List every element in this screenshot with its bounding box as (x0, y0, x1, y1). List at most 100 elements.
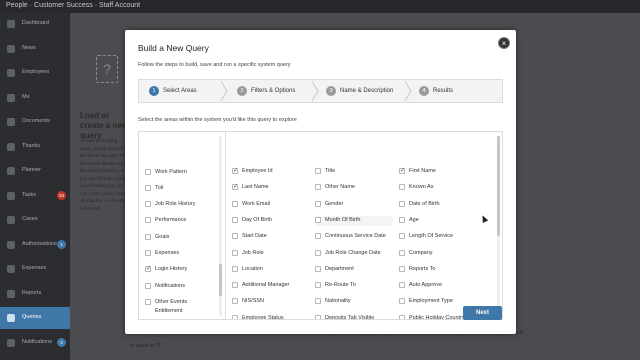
area-checkbox-item[interactable]: Performance (145, 216, 219, 226)
checkbox[interactable] (145, 169, 151, 175)
checkbox[interactable] (315, 168, 321, 174)
checkbox-checked[interactable] (145, 265, 151, 272)
right-scrollbar-thumb[interactable] (497, 136, 500, 236)
checkbox[interactable] (232, 216, 238, 223)
area-checkbox-item[interactable]: Other Events (145, 298, 219, 308)
area-checkbox-item[interactable]: Login History (145, 265, 219, 275)
checkbox[interactable] (399, 216, 405, 223)
area-checkbox-item[interactable]: Other Name (315, 183, 393, 193)
step-4[interactable]: 4 Results (419, 80, 499, 102)
checkbox[interactable] (232, 298, 238, 305)
checkbox[interactable] (232, 314, 238, 319)
area-checkbox-item[interactable]: Job Role History (145, 200, 219, 210)
sidebar-item-tasks[interactable]: Tasks 34 (0, 185, 70, 207)
sidebar-item-news[interactable]: News (0, 38, 70, 60)
area-checkbox-item[interactable]: Company (399, 249, 477, 259)
area-checkbox-item[interactable]: Department (315, 265, 393, 275)
checkbox[interactable] (315, 200, 321, 207)
area-checkbox-item[interactable]: Title (315, 167, 393, 177)
area-checkbox-item[interactable]: Job Role Change Date (315, 249, 393, 259)
checkbox[interactable] (232, 265, 238, 272)
checkbox[interactable] (399, 265, 405, 272)
checkbox-checked[interactable] (399, 167, 405, 174)
checkbox[interactable] (315, 233, 321, 240)
area-checkbox-item[interactable]: Employee Id (232, 167, 310, 177)
area-checkbox-item[interactable]: Nationality (315, 297, 393, 307)
checkbox[interactable] (399, 200, 405, 207)
sidebar-item-dashboard[interactable]: Dashboard (0, 13, 70, 35)
checkbox[interactable] (145, 234, 151, 240)
area-checkbox-item[interactable]: Deposits Tab Visible (315, 314, 393, 319)
sidebar-item-employees[interactable]: Employees (0, 62, 70, 84)
checkbox[interactable] (145, 283, 151, 289)
sidebar-item-me[interactable]: Me (0, 87, 70, 109)
area-checkbox-item[interactable]: NIS/SSN (232, 297, 310, 307)
sidebar-item-thanks[interactable]: Thanks (0, 136, 70, 158)
area-checkbox-item[interactable]: Last Name (232, 183, 310, 193)
checkbox[interactable] (145, 201, 151, 207)
checkbox[interactable] (399, 233, 405, 240)
area-checkbox-item[interactable]: Date of Birth (399, 200, 477, 210)
checkbox-checked[interactable] (232, 167, 238, 174)
sidebar-item-documents[interactable]: Documents (0, 111, 70, 133)
sidebar-item-reports[interactable]: Reports (0, 283, 70, 305)
sidebar: Dashboard News Employees Me Documents Thanks P… (0, 13, 70, 360)
left-scrollbar-thumb[interactable] (219, 264, 222, 296)
checkbox[interactable] (399, 249, 405, 256)
checkbox[interactable] (145, 217, 151, 223)
checkbox[interactable] (232, 200, 238, 207)
checkbox[interactable] (399, 184, 405, 191)
area-checkbox-item[interactable]: Known As (399, 183, 477, 193)
checkbox[interactable] (399, 282, 405, 289)
checkbox[interactable] (399, 314, 405, 319)
sidebar-item-authorisations[interactable]: Authorisations 1 (0, 234, 70, 256)
sidebar-item-queries[interactable]: Queries (0, 307, 70, 329)
area-checkbox-item[interactable]: Location (232, 265, 310, 275)
area-checkbox-item[interactable]: Start Date (232, 232, 310, 242)
area-checkbox-item[interactable]: Work Pattern (145, 168, 219, 178)
area-checkbox-item[interactable]: Continuous Service Date (315, 232, 393, 242)
area-checkbox-item[interactable]: Expenses (145, 249, 219, 259)
checkbox[interactable] (315, 265, 321, 272)
area-checkbox-item[interactable]: Goals (145, 233, 219, 243)
next-button[interactable]: Next (463, 306, 502, 320)
checkbox[interactable] (315, 249, 321, 256)
area-checkbox-item[interactable]: Auto Approve (399, 281, 477, 291)
area-checkbox-item[interactable]: Re-Route To (315, 281, 393, 291)
area-checkbox-item[interactable]: Toil (145, 184, 219, 194)
area-checkbox-item[interactable]: Job Role (232, 249, 310, 259)
area-checkbox-item[interactable]: First Name (399, 167, 477, 177)
area-checkbox-item[interactable]: Gender (315, 200, 393, 210)
checkbox[interactable] (315, 216, 321, 223)
checkbox[interactable] (145, 185, 151, 191)
checkbox[interactable] (232, 282, 238, 289)
checkbox-checked[interactable] (232, 183, 238, 191)
area-checkbox-item[interactable]: Length Of Service (399, 232, 477, 242)
area-checkbox-item[interactable]: Month Of Birth (315, 215, 393, 226)
area-checkbox-item[interactable]: Notifications (145, 282, 219, 292)
area-checkbox-item[interactable]: Work Email (232, 200, 310, 210)
checkbox[interactable] (315, 314, 321, 319)
step-1[interactable]: 1 Select Areas (149, 80, 229, 102)
sidebar-item-notifications[interactable]: Notifications 3 (0, 332, 70, 354)
close-icon[interactable]: × (498, 37, 510, 49)
area-checkbox-item[interactable]: Employee Status (232, 314, 310, 319)
checkbox[interactable] (315, 184, 321, 191)
checkbox[interactable] (232, 233, 238, 240)
area-checkbox-item[interactable]: Additional Manager (232, 281, 310, 291)
area-checkbox-item[interactable]: Age (399, 216, 477, 226)
checkbox[interactable] (145, 250, 151, 256)
step-3[interactable]: 3 Name & Description (326, 80, 406, 102)
area-checkbox-item[interactable]: Day Of Birth (232, 216, 310, 226)
checkbox[interactable] (145, 299, 151, 305)
area-checkbox-item[interactable]: Reports To (399, 265, 477, 275)
checkbox-label: Expenses (155, 250, 180, 256)
checkbox[interactable] (232, 249, 238, 256)
sidebar-item-cases[interactable]: Cases (0, 209, 70, 231)
checkbox[interactable] (315, 282, 321, 289)
checkbox[interactable] (315, 298, 321, 305)
checkbox[interactable] (399, 298, 405, 305)
sidebar-item-expenses[interactable]: Expenses (0, 258, 70, 280)
sidebar-item-planner[interactable]: Planner (0, 160, 70, 182)
step-2[interactable]: 2 Filters & Options (237, 80, 317, 102)
